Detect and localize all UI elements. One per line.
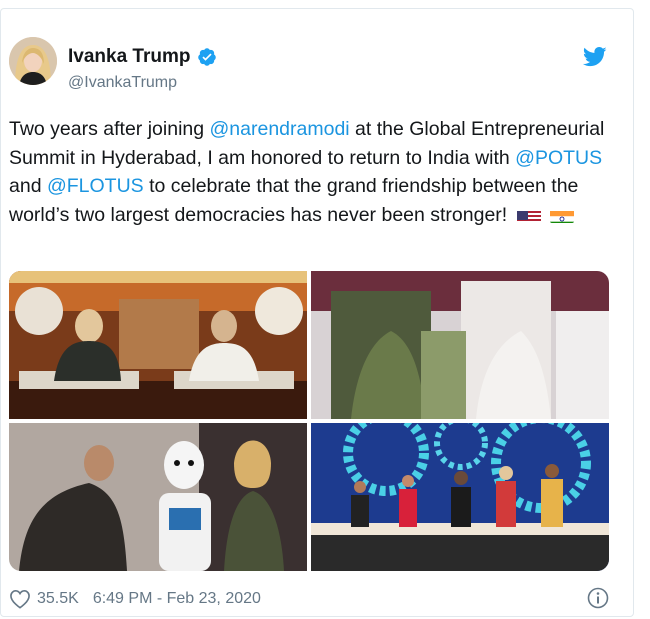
- heart-icon[interactable]: [9, 589, 31, 609]
- twitter-bird-icon[interactable]: [583, 47, 607, 67]
- photo-summit-stage[interactable]: [311, 423, 609, 571]
- avatar[interactable]: [9, 37, 57, 85]
- like-count[interactable]: 35.5K: [37, 590, 79, 608]
- photo-robot[interactable]: [9, 423, 307, 571]
- verified-badge-icon: [197, 48, 216, 66]
- author-handle[interactable]: @IvankaTrump: [68, 74, 177, 92]
- author-name[interactable]: Ivanka Trump: [68, 46, 217, 68]
- tweet-card: Ivanka Trump @IvankaTrump Two years afte…: [0, 8, 634, 617]
- india-flag-icon: [550, 207, 575, 223]
- photo-seated[interactable]: [311, 271, 609, 419]
- us-flag-icon: [516, 207, 541, 223]
- info-icon[interactable]: [587, 587, 609, 609]
- mention-link[interactable]: @FLOTUS: [47, 175, 144, 197]
- tweet-text: Two years after joining @narendramodi at…: [9, 115, 619, 229]
- author-name-text[interactable]: Ivanka Trump: [68, 46, 191, 68]
- mention-link[interactable]: @narendramodi: [210, 118, 350, 140]
- mention-link[interactable]: @POTUS: [515, 147, 602, 169]
- photo-signing[interactable]: [9, 271, 307, 419]
- photo-grid: [9, 271, 609, 571]
- timestamp[interactable]: 6:49 PM - Feb 23, 2020: [93, 590, 261, 608]
- tweet-footer: 35.5K 6:49 PM - Feb 23, 2020: [9, 587, 609, 611]
- tweet-text-part: and: [9, 175, 47, 197]
- tweet-text-part: Two years after joining: [9, 118, 210, 140]
